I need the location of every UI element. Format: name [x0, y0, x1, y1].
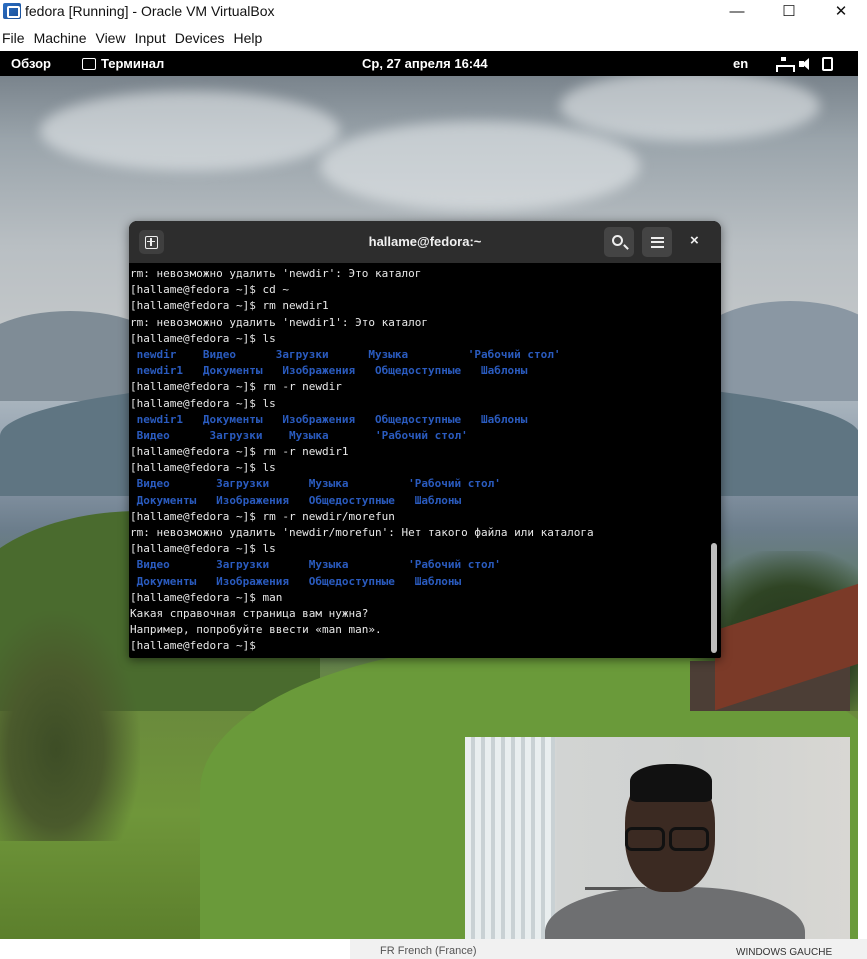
- menu-button[interactable]: [642, 227, 672, 257]
- terminal-ls-line: Видео Загрузки Музыка 'Рабочий стол': [130, 428, 468, 442]
- terminal-line: [hallame@fedora ~]$ rm -r newdir/morefun: [130, 509, 395, 523]
- terminal-line: Какая справочная страница вам нужна?: [130, 606, 369, 620]
- terminal-ls-line: Видео Загрузки Музыка 'Рабочий стол': [130, 558, 501, 572]
- app-name: Терминал: [101, 56, 165, 71]
- terminal-line: [hallame@fedora ~]$ ls: [130, 396, 276, 410]
- terminal-ls-line: newdir Видео Загрузки Музыка 'Рабочий ст…: [130, 347, 561, 361]
- clock[interactable]: Ср, 27 апреля 16:44: [362, 56, 488, 71]
- search-button[interactable]: [604, 227, 634, 257]
- vbox-menubar: File Machine View Input Devices Help: [0, 28, 268, 48]
- menu-devices[interactable]: Devices: [172, 30, 228, 46]
- minimize-button[interactable]: —: [711, 0, 763, 22]
- network-icon: [776, 56, 795, 72]
- terminal-line: [hallame@fedora ~]$ rm -r newdir: [130, 380, 342, 394]
- menu-file[interactable]: File: [0, 30, 28, 46]
- person-hair: [630, 764, 712, 802]
- menu-input[interactable]: Input: [132, 30, 169, 46]
- host-keyboard-layout[interactable]: WINDOWS GAUCHE: [736, 947, 832, 958]
- terminal-ls-line: Видео Загрузки Музыка 'Рабочий стол': [130, 477, 501, 491]
- virtualbox-app-icon: [3, 3, 21, 19]
- terminal-headerbar[interactable]: hallame@fedora:~ ×: [129, 221, 721, 263]
- terminal-line: [hallame@fedora ~]$ man: [130, 590, 283, 604]
- terminal-line: [hallame@fedora ~]$ cd ~: [130, 283, 289, 297]
- webcam-overlay: [465, 737, 850, 952]
- maximize-button[interactable]: ☐: [763, 0, 815, 22]
- host-language-indicator[interactable]: FR French (France): [380, 945, 477, 957]
- terminal-close-button[interactable]: ×: [690, 232, 699, 249]
- gnome-top-bar: Обзор Терминал Ср, 27 апреля 16:44 en: [0, 51, 858, 76]
- terminal-line: [hallame@fedora ~]$: [130, 639, 263, 653]
- activities-button[interactable]: Обзор: [11, 56, 51, 71]
- menu-machine[interactable]: Machine: [31, 30, 90, 46]
- terminal-ls-line: newdir1 Документы Изображения Общедоступ…: [130, 364, 528, 378]
- battery-icon: [822, 56, 833, 71]
- terminal-icon: [82, 57, 96, 70]
- volume-icon: [799, 57, 814, 71]
- terminal-ls-line: Документы Изображения Общедоступные Шабл…: [130, 493, 462, 507]
- menu-view[interactable]: View: [92, 30, 128, 46]
- terminal-line: rm: невозможно удалить 'newdir/morefun':…: [130, 526, 594, 539]
- terminal-line: [hallame@fedora ~]$ ls: [130, 331, 276, 345]
- terminal-line: rm: невозможно удалить 'newdir1': Это ка…: [130, 315, 429, 329]
- terminal-ls-line: Документы Изображения Общедоступные Шабл…: [130, 574, 462, 588]
- terminal-line: [hallame@fedora ~]$ rm newdir1: [130, 299, 329, 313]
- window-title: fedora [Running] - Oracle VM VirtualBox: [25, 3, 275, 19]
- terminal-line: [hallame@fedora ~]$ ls: [130, 542, 276, 556]
- terminal-output[interactable]: rm: невозможно удалить 'newdir': Это кат…: [130, 266, 708, 658]
- hamburger-menu-icon: [650, 236, 664, 248]
- menu-help[interactable]: Help: [231, 30, 266, 46]
- terminal-line: rm: невозможно удалить 'newdir': Это кат…: [130, 267, 422, 280]
- window-controls: — ☐ ✕: [711, 0, 867, 22]
- close-button[interactable]: ✕: [815, 0, 867, 22]
- terminal-line: [hallame@fedora ~]$ ls: [130, 461, 276, 475]
- input-language[interactable]: en: [733, 56, 748, 71]
- terminal-line: Например, попробуйте ввести «man man».: [130, 623, 382, 637]
- system-tray[interactable]: [776, 54, 833, 73]
- vbox-titlebar: fedora [Running] - Oracle VM VirtualBox …: [0, 0, 867, 22]
- search-icon: [611, 234, 623, 246]
- glasses: [621, 827, 713, 853]
- curtain: [465, 737, 555, 952]
- terminal-line: [hallame@fedora ~]$ rm -r newdir1: [130, 445, 349, 459]
- app-menu[interactable]: Терминал: [82, 56, 164, 71]
- terminal-ls-line: newdir1 Документы Изображения Общедоступ…: [130, 412, 528, 426]
- terminal-window[interactable]: hallame@fedora:~ × rm: невозможно удалит…: [129, 221, 721, 658]
- trees-left: [0, 611, 140, 841]
- terminal-scrollbar[interactable]: [711, 543, 717, 653]
